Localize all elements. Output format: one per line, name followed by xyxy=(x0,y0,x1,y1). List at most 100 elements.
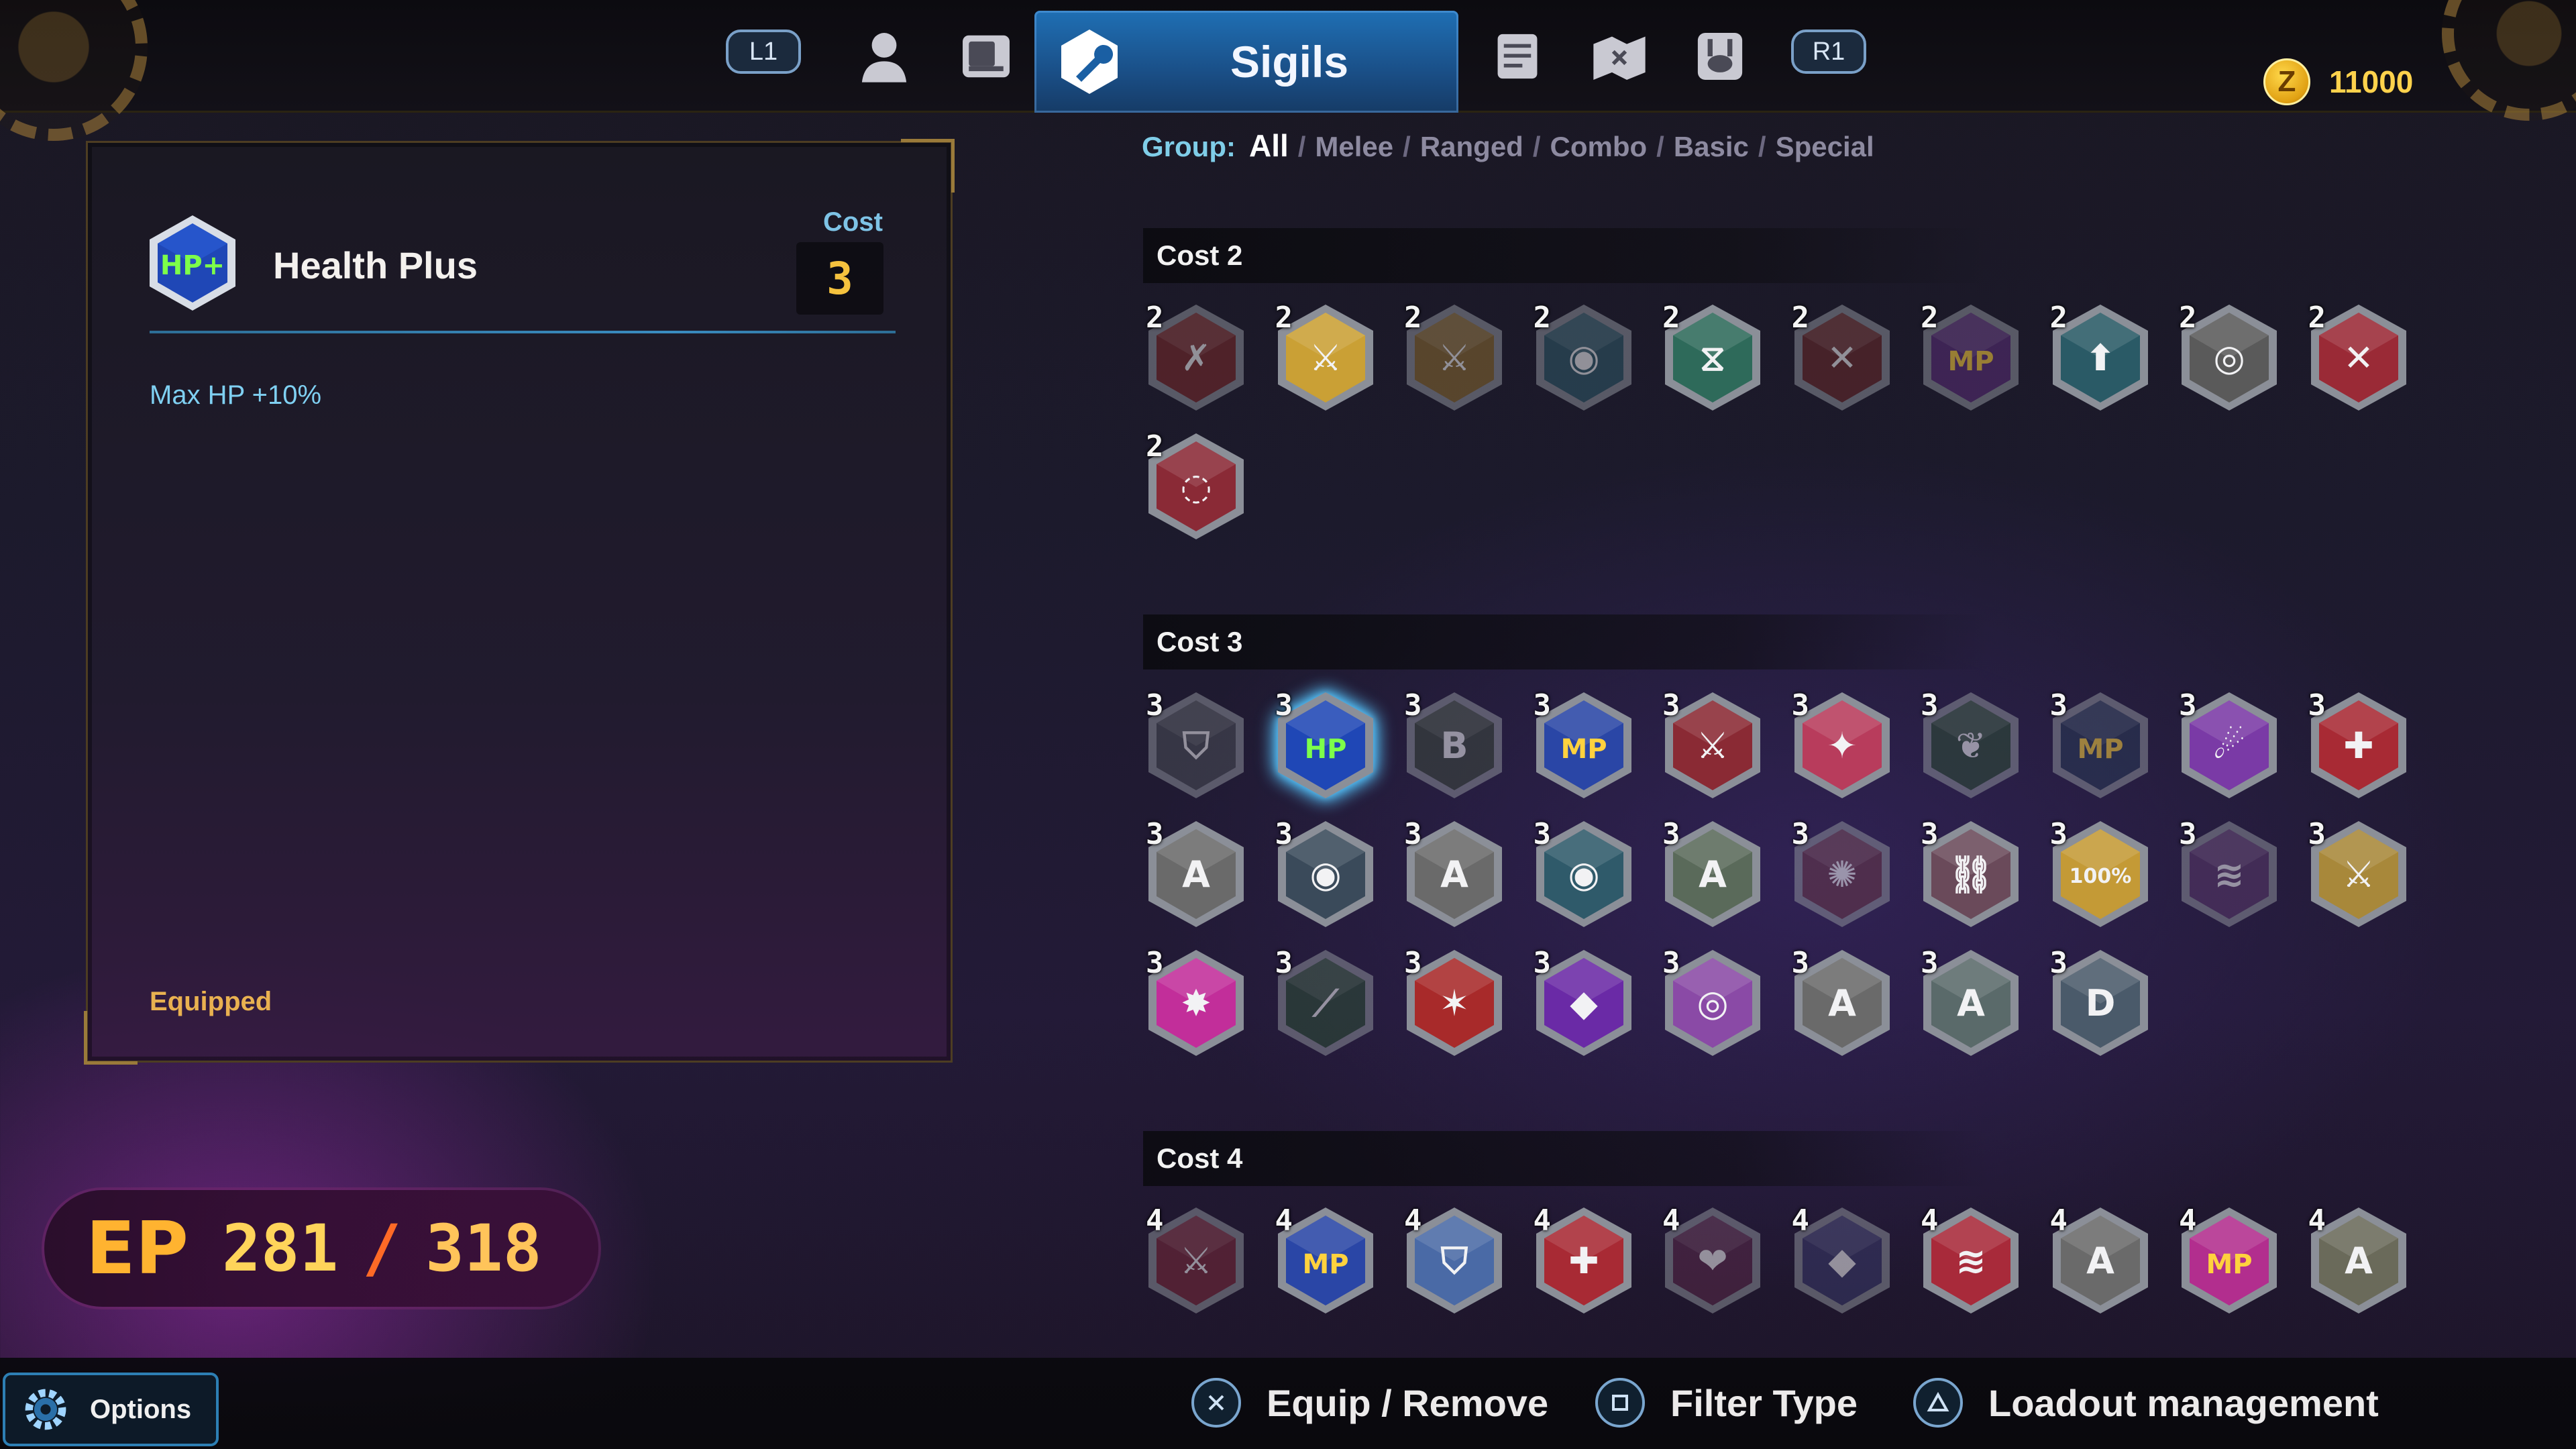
triangle-button-icon xyxy=(1913,1378,1963,1428)
sigil-slot[interactable]: ✚ 3 xyxy=(2304,688,2413,809)
sigil-cost-number: 2 xyxy=(1791,301,1810,335)
sigil-slot[interactable]: ⟋ 3 xyxy=(1271,946,1380,1067)
cross-button-icon xyxy=(1191,1378,1241,1428)
filter-label: Group: xyxy=(1142,131,1236,162)
sigil-slot[interactable]: ✕ 2 xyxy=(1788,301,1896,421)
sigil-slot[interactable]: ⚔ 3 xyxy=(1658,688,1767,809)
ep-separator: / xyxy=(362,1211,402,1286)
filter-option-melee[interactable]: Melee xyxy=(1315,131,1393,163)
sigil-glyph: ⛓ xyxy=(1948,853,1994,896)
sigil-cost-number: 3 xyxy=(1404,688,1422,722)
sigil-slot[interactable]: ⚔ 2 xyxy=(1271,301,1380,421)
sigil-cost-number: 3 xyxy=(2179,817,2197,851)
sigil-slot[interactable]: A3 xyxy=(1917,946,2025,1067)
sigil-glyph: ◎ xyxy=(2213,337,2245,379)
top-nav-bar: L1 Sigils R1 xyxy=(0,0,2576,141)
sigil-slot[interactable]: MP 2 xyxy=(1917,301,2025,421)
z-coin-icon: Z xyxy=(2263,58,2310,105)
filter-option-all[interactable]: All xyxy=(1249,127,1289,164)
group-header-cost-3: Cost 3 xyxy=(1143,614,1988,669)
sigil-slot[interactable]: HP 3 xyxy=(1271,688,1380,809)
sigil-slot[interactable]: ⛓ 3 xyxy=(1917,817,2025,938)
sigil-slot[interactable]: ≋ 3 xyxy=(2175,817,2284,938)
sigil-slot[interactable]: ❦ 3 xyxy=(1917,688,2025,809)
sigil-slot[interactable]: ◉ 2 xyxy=(1529,301,1638,421)
tab-sigils[interactable]: Sigils xyxy=(1034,11,1458,113)
sigil-slot[interactable]: ⚔ 4 xyxy=(1142,1203,1250,1324)
options-button[interactable]: Options xyxy=(3,1373,219,1446)
sigil-slot[interactable]: MP 3 xyxy=(2046,688,2155,809)
sigil-glyph: ✦ xyxy=(1827,724,1857,767)
sigil-cost-number: 3 xyxy=(1533,688,1552,722)
sigil-slot[interactable]: ⧖ 2 xyxy=(1658,301,1767,421)
l1-shoulder-button[interactable]: L1 xyxy=(726,30,801,74)
sigil-slot[interactable]: 100% 3 xyxy=(2046,817,2155,938)
filter-separator: / xyxy=(1532,131,1541,162)
sigil-slot[interactable]: ◎ 3 xyxy=(1658,946,1767,1067)
sigil-slot[interactable]: D3 xyxy=(2046,946,2155,1067)
sigil-slot[interactable]: MP 4 xyxy=(2175,1203,2284,1324)
map-icon[interactable] xyxy=(1586,23,1653,90)
sigil-slot[interactable]: MP 3 xyxy=(1529,688,1638,809)
sigil-slot[interactable]: B3 xyxy=(1400,688,1509,809)
filter-option-basic[interactable]: Basic xyxy=(1674,131,1749,163)
sigil-slot[interactable]: ◉ 3 xyxy=(1271,817,1380,938)
hint-equip-remove[interactable]: Equip / Remove xyxy=(1191,1373,1548,1433)
character-icon[interactable] xyxy=(851,23,918,90)
sigil-glyph: 100% xyxy=(2069,865,2131,888)
weapon-icon[interactable] xyxy=(953,23,1020,90)
bunny-icon[interactable] xyxy=(1686,23,1754,90)
sigil-cost-number: 2 xyxy=(2049,301,2068,335)
square-button-icon xyxy=(1595,1378,1645,1428)
sigil-glyph: ◆ xyxy=(1828,1240,1856,1282)
filter-option-special[interactable]: Special xyxy=(1776,131,1874,163)
hint-loadout-management[interactable]: Loadout management xyxy=(1913,1373,2379,1433)
sigil-slot[interactable]: ✗ 2 xyxy=(1142,301,1250,421)
sigil-slot[interactable]: A3 xyxy=(1658,817,1767,938)
sigil-slot[interactable]: ✺ 3 xyxy=(1788,817,1896,938)
sigil-glyph: HP xyxy=(1304,734,1346,765)
sigil-slot[interactable]: ☄ 3 xyxy=(2175,688,2284,809)
sigil-description: Max HP +10% xyxy=(150,380,322,410)
sigil-slot[interactable]: ⚔ 3 xyxy=(2304,817,2413,938)
sigil-slot[interactable]: A3 xyxy=(1142,817,1250,938)
sigil-slot[interactable]: ⛉ 3 xyxy=(1142,688,1250,809)
sigil-slot[interactable]: A3 xyxy=(1788,946,1896,1067)
sigil-slot[interactable]: ◆ 3 xyxy=(1529,946,1638,1067)
sigil-slot[interactable]: ❤ 4 xyxy=(1658,1203,1767,1324)
sigil-glyph: ✕ xyxy=(2343,337,2373,379)
sigil-cost-number: 4 xyxy=(2179,1203,2197,1238)
sigil-glyph: MP xyxy=(1560,734,1607,765)
hint-filter-type[interactable]: Filter Type xyxy=(1595,1373,1858,1433)
sigil-slot[interactable]: ◆ 4 xyxy=(1788,1203,1896,1324)
sigil-slot[interactable]: ✶ 3 xyxy=(1400,946,1509,1067)
sigil-slot[interactable]: ◉ 3 xyxy=(1529,817,1638,938)
scroll-icon[interactable] xyxy=(1484,23,1551,90)
filter-option-combo[interactable]: Combo xyxy=(1550,131,1648,163)
sigil-glyph: A xyxy=(2086,1240,2114,1282)
sigil-slot[interactable]: A3 xyxy=(1400,817,1509,938)
sigil-slot[interactable]: A4 xyxy=(2046,1203,2155,1324)
r1-shoulder-button[interactable]: R1 xyxy=(1791,30,1866,74)
cost-value: 3 xyxy=(796,242,883,315)
sigil-cost-number: 3 xyxy=(1791,688,1810,722)
detail-icon-text: HP+ xyxy=(160,250,225,281)
sigil-slot[interactable]: ⚔ 2 xyxy=(1400,301,1509,421)
sigil-slot[interactable]: ◌ 2 xyxy=(1142,429,1250,550)
filter-option-ranged[interactable]: Ranged xyxy=(1420,131,1523,163)
sigil-cost-number: 3 xyxy=(2049,946,2068,980)
sigil-slot[interactable]: ✸ 3 xyxy=(1142,946,1250,1067)
sigil-slot[interactable]: A4 xyxy=(2304,1203,2413,1324)
sigil-glyph: ⟋ xyxy=(1311,982,1340,1024)
sigil-slot[interactable]: ✕ 2 xyxy=(2304,301,2413,421)
sigil-glyph: ✗ xyxy=(1181,337,1211,379)
sigil-slot[interactable]: ◎ 2 xyxy=(2175,301,2284,421)
hint-filter-type-label: Filter Type xyxy=(1670,1381,1858,1424)
sigil-slot[interactable]: MP 4 xyxy=(1271,1203,1380,1324)
sigil-slot[interactable]: ✦ 3 xyxy=(1788,688,1896,809)
sigil-cost-number: 2 xyxy=(1146,429,1164,464)
sigil-slot[interactable]: ≋ 4 xyxy=(1917,1203,2025,1324)
sigil-slot[interactable]: ⛉ 4 xyxy=(1400,1203,1509,1324)
sigil-slot[interactable]: ✚ 4 xyxy=(1529,1203,1638,1324)
sigil-slot[interactable]: ⬆ 2 xyxy=(2046,301,2155,421)
